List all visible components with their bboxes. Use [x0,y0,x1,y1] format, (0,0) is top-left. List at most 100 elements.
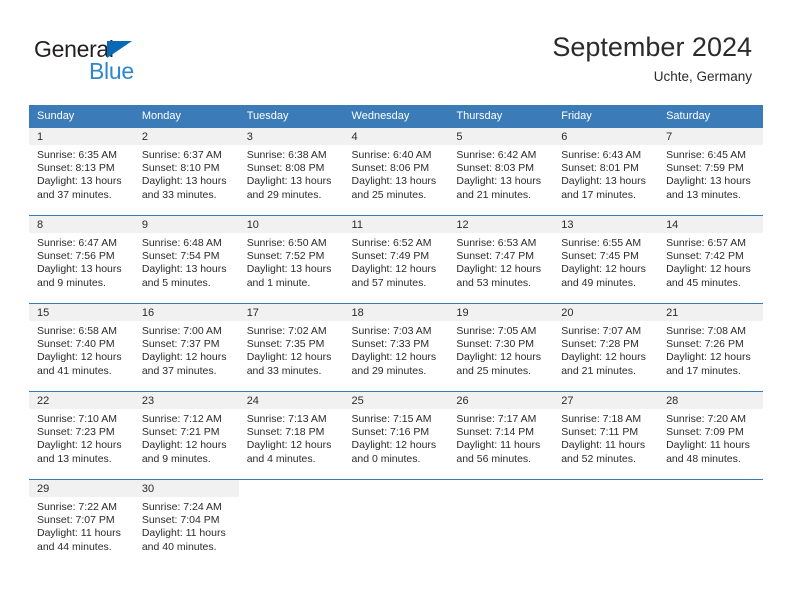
calendar-day-cell[interactable]: 5 Sunrise: 6:42 AM Sunset: 8:03 PM Daylight… [448,127,554,216]
title-block: September 2024 Uchte, Germany [552,30,752,87]
sunset-time: Sunset: 7:33 PM [351,338,430,351]
daylight-duration-line-1: Daylight: 13 hours [351,175,437,188]
daylight-duration-line-1: Daylight: 12 hours [351,351,437,364]
sunset-time: Sunset: 7:09 PM [666,426,744,439]
day-number: 22 [29,392,134,409]
day-number: 29 [29,480,134,497]
calendar-day-cell[interactable]: 22 Sunrise: 7:10 AM Sunset: 7:23 PM Dayligh… [29,391,134,480]
calendar-day-cell[interactable]: 17 Sunrise: 7:02 AM Sunset: 7:35 PM Dayligh… [238,303,344,392]
day-number [658,480,763,497]
daylight-duration-line-2: and 13 minutes. [666,188,741,201]
calendar-day-cell[interactable]: 23 Sunrise: 7:12 AM Sunset: 7:21 PM Dayligh… [133,391,239,480]
sunset-time: Sunset: 7:28 PM [561,338,639,351]
daylight-duration-line-2: and 53 minutes. [456,276,532,289]
page-title: September 2024 [552,32,752,62]
calendar-day-cell[interactable]: 12 Sunrise: 6:53 AM Sunset: 7:47 PM Dayligh… [448,215,554,304]
calendar-day-cell[interactable]: 28 Sunrise: 7:20 AM Sunset: 7:09 PM Dayligh… [658,391,763,480]
day-details: Sunrise: 7:18 AM Sunset: 7:11 PM Daylight:… [553,409,658,466]
calendar-day-cell[interactable]: 30 Sunrise: 7:24 AM Sunset: 7:04 PM Dayligh… [133,479,239,568]
daylight-duration-line-1: Daylight: 11 hours [666,439,750,452]
day-details: Sunrise: 6:45 AM Sunset: 7:59 PM Daylight:… [658,145,763,202]
day-number: 18 [343,304,449,321]
calendar-day-cell[interactable]: 15 Sunrise: 6:58 AM Sunset: 7:40 PM Dayligh… [29,303,134,392]
calendar-day-cell[interactable]: 24 Sunrise: 7:13 AM Sunset: 7:18 PM Dayligh… [238,391,344,480]
daylight-duration-line-1: Daylight: 12 hours [141,351,227,364]
daylight-duration-line-1: Daylight: 11 hours [37,527,121,540]
daylight-duration-line-1: Daylight: 12 hours [141,439,227,452]
calendar-day-cell[interactable]: 19 Sunrise: 7:05 AM Sunset: 7:30 PM Dayligh… [448,303,554,392]
calendar-day-cell[interactable]: 16 Sunrise: 7:00 AM Sunset: 7:37 PM Dayligh… [133,303,239,392]
daylight-duration-line-1: Daylight: 12 hours [561,351,646,364]
day-number: 26 [448,392,554,409]
daylight-duration-line-2: and 48 minutes. [666,452,741,465]
sunrise-time: Sunrise: 6:43 AM [561,149,642,161]
day-details: Sunrise: 6:50 AM Sunset: 7:52 PM Daylight:… [239,233,344,290]
calendar-day-cell[interactable]: 14 Sunrise: 6:57 AM Sunset: 7:42 PM Dayligh… [658,215,763,304]
daylight-duration-line-2: and 52 minutes. [561,452,636,465]
calendar-day-cell[interactable]: 20 Sunrise: 7:07 AM Sunset: 7:28 PM Dayligh… [553,303,659,392]
sunrise-time: Sunrise: 6:47 AM [37,237,117,249]
calendar-day-cell[interactable]: 18 Sunrise: 7:03 AM Sunset: 7:33 PM Dayligh… [343,303,449,392]
sunrise-time: Sunrise: 6:48 AM [141,237,222,249]
calendar-day-cell[interactable]: 3 Sunrise: 6:38 AM Sunset: 8:08 PM Daylight… [238,127,344,216]
day-number: 28 [658,392,763,409]
day-number: 5 [448,128,554,145]
calendar-page: General Blue September 2024 Uchte, Germa… [0,0,792,612]
sunset-time: Sunset: 7:47 PM [456,250,535,263]
calendar-day-cell[interactable]: 7 Sunrise: 6:45 AM Sunset: 7:59 PM Daylight… [658,127,763,216]
day-details: Sunrise: 7:02 AM Sunset: 7:35 PM Daylight:… [239,321,344,378]
weekday-header-wednesday: Wednesday [343,105,449,128]
sunrise-time: Sunrise: 7:07 AM [561,325,642,337]
calendar-day-cell[interactable]: 4 Sunrise: 6:40 AM Sunset: 8:06 PM Daylight… [343,127,449,216]
calendar-day-cell[interactable]: 27 Sunrise: 7:18 AM Sunset: 7:11 PM Dayligh… [553,391,659,480]
calendar-day-cell[interactable]: 2 Sunrise: 6:37 AM Sunset: 8:10 PM Daylight… [133,127,239,216]
day-details: Sunrise: 6:40 AM Sunset: 8:06 PM Daylight:… [344,145,449,202]
sunrise-time: Sunrise: 7:13 AM [246,413,327,425]
daylight-duration-line-1: Daylight: 12 hours [456,263,542,276]
calendar-day-cell-empty [553,479,659,568]
daylight-duration-line-2: and 17 minutes. [666,364,741,377]
daylight-duration-line-2: and 21 minutes. [456,188,532,201]
sunset-time: Sunset: 7:54 PM [141,250,220,263]
calendar-day-cell[interactable]: 1 Sunrise: 6:35 AM Sunset: 8:13 PM Daylight… [29,127,134,216]
weekday-header-thursday: Thursday [448,105,554,128]
sunrise-time: Sunrise: 6:40 AM [351,149,432,161]
calendar-day-cell[interactable]: 9 Sunrise: 6:48 AM Sunset: 7:54 PM Daylight… [133,215,239,304]
day-number: 7 [658,128,763,145]
calendar-day-cell[interactable]: 21 Sunrise: 7:08 AM Sunset: 7:26 PM Dayligh… [658,303,763,392]
calendar-day-cell[interactable]: 29 Sunrise: 7:22 AM Sunset: 7:07 PM Dayligh… [29,479,134,568]
daylight-duration-line-2: and 40 minutes. [141,540,217,553]
calendar-day-cell[interactable]: 10 Sunrise: 6:50 AM Sunset: 7:52 PM Dayligh… [238,215,344,304]
calendar-day-cell[interactable]: 26 Sunrise: 7:17 AM Sunset: 7:14 PM Dayligh… [448,391,554,480]
calendar-day-cell[interactable]: 13 Sunrise: 6:55 AM Sunset: 7:45 PM Dayligh… [553,215,659,304]
calendar-week-row: 1 Sunrise: 6:35 AM Sunset: 8:13 PM Daylight… [29,127,763,216]
sunrise-time: Sunrise: 6:38 AM [246,149,327,161]
day-number: 2 [133,128,239,145]
sunrise-time: Sunrise: 6:53 AM [456,237,537,249]
calendar-day-cell[interactable]: 8 Sunrise: 6:47 AM Sunset: 7:56 PM Daylight… [29,215,134,304]
weekday-header-saturday: Saturday [658,105,763,128]
general-blue-logo: General Blue [34,36,214,86]
day-number: 14 [658,216,763,233]
day-details: Sunrise: 6:38 AM Sunset: 8:08 PM Daylight:… [239,145,344,202]
sunset-time: Sunset: 8:01 PM [561,162,639,175]
day-details: Sunrise: 6:57 AM Sunset: 7:42 PM Daylight:… [658,233,763,290]
calendar-day-cell[interactable]: 6 Sunrise: 6:43 AM Sunset: 8:01 PM Daylight… [553,127,659,216]
daylight-duration-line-1: Daylight: 12 hours [351,263,437,276]
day-number: 4 [343,128,449,145]
sunset-time: Sunset: 7:04 PM [141,514,220,527]
sunrise-time: Sunrise: 6:50 AM [246,237,327,249]
day-details: Sunrise: 7:08 AM Sunset: 7:26 PM Daylight:… [658,321,763,378]
daylight-duration-line-1: Daylight: 12 hours [456,351,542,364]
daylight-duration-line-1: Daylight: 12 hours [246,351,332,364]
weekday-header-friday: Friday [553,105,659,128]
day-number: 9 [133,216,239,233]
sunrise-time: Sunrise: 6:55 AM [561,237,642,249]
weekday-header-sunday: Sunday [29,105,134,128]
calendar-day-cell[interactable]: 25 Sunrise: 7:15 AM Sunset: 7:16 PM Dayligh… [343,391,449,480]
sunset-time: Sunset: 7:11 PM [561,426,639,439]
sunset-time: Sunset: 7:45 PM [561,250,639,263]
calendar-day-cell[interactable]: 11 Sunrise: 6:52 AM Sunset: 7:49 PM Dayligh… [343,215,449,304]
day-details: Sunrise: 6:55 AM Sunset: 7:45 PM Daylight:… [553,233,658,290]
daylight-duration-line-1: Daylight: 12 hours [561,263,646,276]
